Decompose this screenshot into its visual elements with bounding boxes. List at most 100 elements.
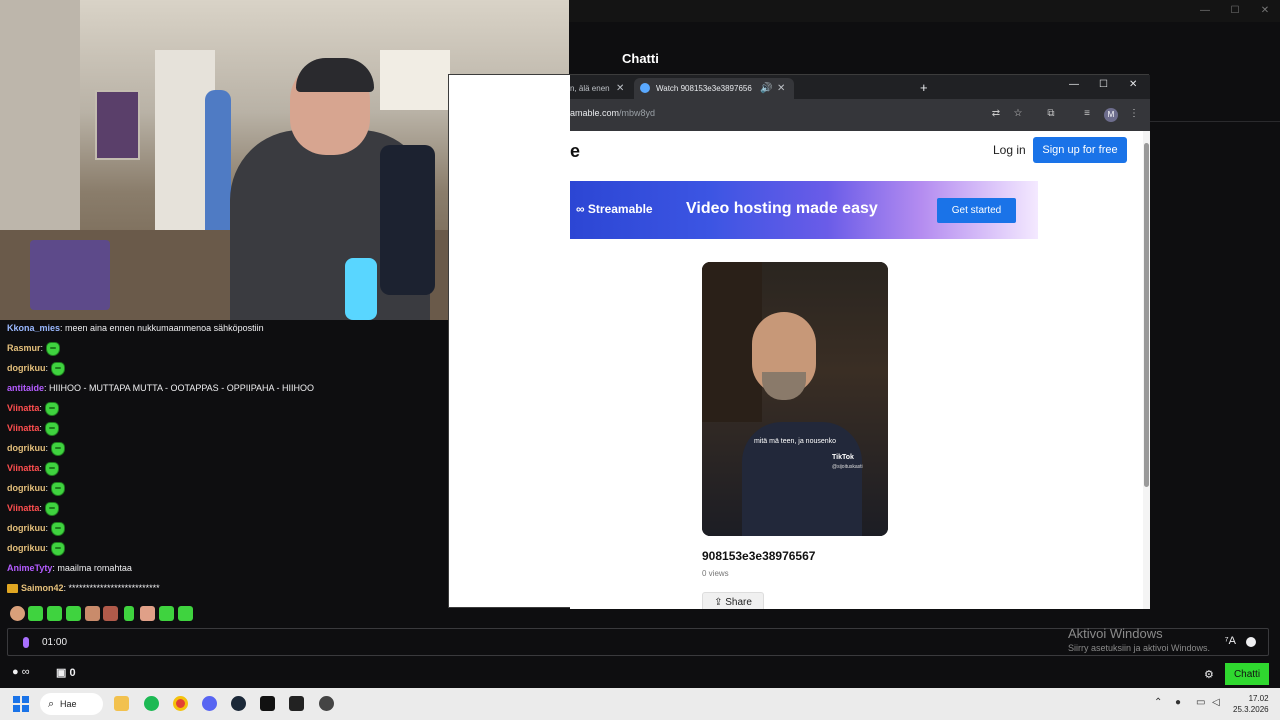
chat-message: Viinatta: [7,419,59,437]
chat-username[interactable]: Viinatta [7,463,39,473]
maximize-icon[interactable]: ☐ [1228,4,1242,18]
close-tab-icon[interactable]: ✕ [777,78,785,99]
media-controls-icon[interactable]: ≡ [1081,108,1093,120]
spotify-icon[interactable] [144,696,159,711]
app-header [569,44,1280,74]
chat-username[interactable]: dogrikuu [7,523,46,533]
frog-emote-icon[interactable] [47,606,62,621]
chat-username[interactable]: dogrikuu [7,543,46,553]
chat-username[interactable]: Viinatta [7,503,39,513]
translate-icon[interactable]: ⁷A [1225,635,1236,647]
chat-text: : [39,463,42,473]
emoji-icon[interactable] [1246,637,1256,647]
x-app-icon[interactable] [260,696,275,711]
infinity-icon: ∞ [576,202,585,216]
profile-avatar[interactable]: M [1104,108,1118,122]
taskbar-search[interactable]: Hae [40,693,103,715]
frog-emote-icon [51,541,66,556]
activation-watermark-title: Aktivoi Windows [1068,626,1163,641]
chat-username[interactable]: dogrikuu [7,443,46,453]
microphone-icon[interactable]: ● [1175,697,1181,708]
discord-icon[interactable] [202,696,217,711]
frog-emote-icon[interactable] [124,606,134,621]
frog-emote-icon [44,421,59,436]
obs-icon[interactable] [319,696,334,711]
browser-tab-active[interactable]: Watch 908153e3e3897656 🔊 ✕ [634,78,794,99]
chat-text: : [45,443,49,453]
video-player[interactable]: mitä mä teen, ja nousenko TikTok @sijoit… [702,262,888,536]
promo-banner[interactable]: ∞ Streamable Video hosting made easy Get… [570,181,1038,239]
tiktok-watermark: TikTok [832,454,854,461]
frog-emote-icon [51,441,66,456]
more-menu-icon[interactable]: ⋮ [1128,108,1140,120]
chat-message: dogrikuu: [7,539,66,557]
chat-username[interactable]: Saimon42 [21,583,64,593]
frog-emote-icon[interactable] [66,606,81,621]
face-emote-icon[interactable] [140,606,155,621]
scrollbar-thumb[interactable] [1144,143,1149,487]
chat-message: dogrikuu: [7,359,66,377]
frog-emote-icon [44,501,59,516]
points-value: ∞ [21,666,30,678]
windows-taskbar: Hae ⌃ ● ▭ ◁ 17.02 25.3.2026 [0,688,1280,720]
network-icon[interactable]: ▭ [1196,697,1205,708]
browser-tab[interactable]: n, älä enen ✕ [570,78,628,99]
address-bar[interactable]: amable.com/mbw8yd [570,108,655,118]
channel-points[interactable]: ● ∞ [12,666,30,678]
frog-emote-icon[interactable] [178,606,193,621]
frog-emote-icon[interactable] [159,606,174,621]
page-scrollbar[interactable] [1143,131,1150,609]
chat-username[interactable]: Rasmur [7,343,41,353]
chat-username[interactable]: Viinatta [7,423,39,433]
chrome-icon[interactable] [173,696,188,711]
maximize-icon[interactable]: ☐ [1099,79,1108,90]
chat-username[interactable]: antitaide [7,383,44,393]
extensions-icon[interactable]: ⧉ [1045,108,1057,120]
gear-icon[interactable]: ⚙ [1204,668,1214,681]
clock-time: 17.02 [1248,694,1269,703]
taskbar-clock[interactable]: 17.02 25.3.2026 [1233,693,1269,715]
chevron-up-icon[interactable]: ⌃ [1154,697,1162,708]
minimize-icon[interactable]: — [1069,79,1079,90]
minimize-icon[interactable]: — [1198,4,1212,18]
store-button[interactable]: ▣ 0 [56,666,76,679]
chat-username[interactable]: Kkona_mies [7,323,60,333]
hand-emote-icon[interactable] [85,606,100,621]
share-button[interactable]: ⇪ Share [702,592,764,609]
bookmark-star-icon[interactable]: ☆ [1012,108,1024,120]
rl-app-icon[interactable] [289,696,304,711]
steam-icon[interactable] [231,696,246,711]
chat-username[interactable]: AnimeTyty [7,563,52,573]
share-icon: ⇪ [714,596,723,608]
frog-emote-icon [44,461,59,476]
login-link[interactable]: Log in [993,143,1026,157]
chat-text: : meen aina ennen nukkumaanmenoa sähköpo… [60,323,264,333]
signup-button[interactable]: Sign up for free [1033,137,1127,163]
chat-text: : [40,343,44,353]
close-icon[interactable]: ✕ [1258,4,1272,18]
windows-start-icon[interactable] [13,696,29,712]
chat-username[interactable]: Viinatta [7,403,39,413]
speaker-icon[interactable]: 🔊 [760,78,772,99]
face-emote-icon[interactable] [10,606,25,621]
chat-text: : [45,363,49,373]
frog-emote-icon[interactable] [28,606,43,621]
new-tab-button[interactable]: + [920,78,928,98]
face-emote-icon[interactable] [103,606,118,621]
chat-message: Viinatta: [7,399,59,417]
recording-timer: 01:00 [42,637,68,648]
close-icon[interactable]: ✕ [1129,79,1137,90]
get-started-button[interactable]: Get started [937,198,1016,223]
chat-username[interactable]: dogrikuu [7,483,46,493]
subscriber-badge-icon [7,584,18,594]
translate-icon[interactable]: ⇄ [990,108,1002,120]
close-tab-icon[interactable]: ✕ [616,78,624,99]
chat-text: : [45,543,49,553]
file-explorer-icon[interactable] [114,696,129,711]
volume-icon[interactable]: ◁ [1212,697,1220,708]
frog-emote-icon [46,341,61,356]
chat-username[interactable]: dogrikuu [7,363,46,373]
chat-send-button[interactable]: Chatti [1225,663,1269,685]
microphone-icon[interactable] [23,637,29,648]
site-logo[interactable]: e [570,141,580,162]
